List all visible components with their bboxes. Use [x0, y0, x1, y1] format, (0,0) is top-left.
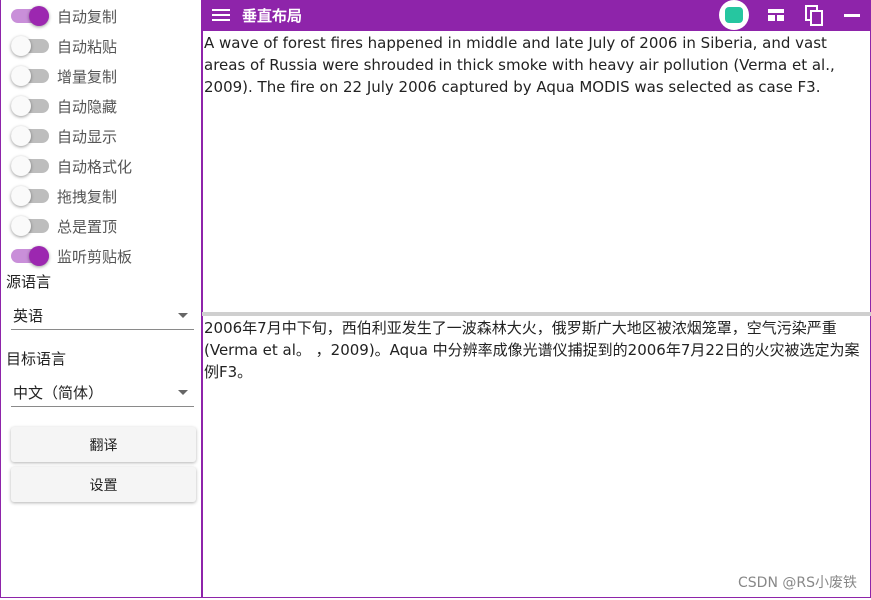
toggle-auto-paste[interactable]: 自动粘贴 [11, 34, 117, 58]
toggle-incremental-copy[interactable]: 增量复制 [11, 64, 117, 88]
switch-track[interactable] [11, 36, 49, 56]
menu-icon[interactable] [212, 9, 230, 21]
switch-track[interactable] [11, 66, 49, 86]
toggle-listen-clipboard[interactable]: 监听剪贴板 [11, 244, 132, 268]
minimize-icon[interactable] [841, 4, 863, 26]
toggle-drag-copy[interactable]: 拖拽复制 [11, 184, 117, 208]
switch-knob [11, 186, 31, 206]
switch-knob [29, 246, 49, 266]
switch-track[interactable] [11, 246, 49, 266]
switch-knob [29, 6, 49, 26]
toggle-label: 自动粘贴 [57, 37, 118, 56]
source-language-label: 源语言 [6, 273, 52, 291]
translated-text-area[interactable]: 2006年7月中下旬，西伯利亚发生了一波森林大火，俄罗斯广大地区被浓烟笼罩，空气… [202, 316, 871, 598]
watermark: CSDN @RS小废铁 [738, 575, 857, 591]
switch-track[interactable] [11, 156, 49, 176]
toggle-label: 自动显示 [57, 127, 118, 146]
switch-track[interactable] [11, 6, 49, 26]
settings-sidebar: 自动复制 自动粘贴 增量复制 自动隐藏 自动显示 自动格式化 拖拽复制 总是置顶… [0, 0, 202, 598]
switch-track[interactable] [11, 96, 49, 116]
translate-button[interactable]: 翻译 [11, 427, 196, 462]
copy-icon[interactable] [803, 4, 825, 26]
toggle-label: 自动隐藏 [57, 97, 118, 116]
caret-down-icon [178, 312, 188, 318]
switch-knob [11, 216, 31, 236]
toggle-label: 总是置顶 [57, 217, 118, 236]
toggle-label: 增量复制 [57, 67, 118, 86]
layout-grid-icon[interactable] [765, 4, 787, 26]
source-language-value: 英语 [13, 306, 44, 325]
app-toolbar: 垂直布局 [202, 0, 871, 30]
toggle-label: 监听剪贴板 [57, 247, 133, 266]
toolbar-actions [719, 0, 863, 30]
target-language-select[interactable]: 中文（简体） [11, 378, 194, 407]
switch-knob [11, 36, 31, 56]
switch-knob [11, 96, 31, 116]
toggle-label: 拖拽复制 [57, 187, 118, 206]
toggle-auto-hide[interactable]: 自动隐藏 [11, 94, 117, 118]
switch-track[interactable] [11, 216, 49, 236]
target-language-label: 目标语言 [6, 350, 67, 368]
layout-title: 垂直布局 [242, 6, 303, 25]
toggle-label: 自动复制 [57, 7, 118, 26]
source-text-area[interactable]: A wave of forest fires happened in middl… [202, 30, 871, 312]
toggle-always-on-top[interactable]: 总是置顶 [11, 214, 117, 238]
target-language-value: 中文（简体） [13, 383, 104, 402]
robot-avatar-icon[interactable] [719, 0, 749, 30]
switch-knob [11, 66, 31, 86]
switch-knob [11, 126, 31, 146]
toggle-auto-format[interactable]: 自动格式化 [11, 154, 132, 178]
toggle-auto-show[interactable]: 自动显示 [11, 124, 117, 148]
switch-track[interactable] [11, 126, 49, 146]
caret-down-icon [178, 389, 188, 395]
toggle-auto-copy[interactable]: 自动复制 [11, 4, 117, 28]
switch-track[interactable] [11, 186, 49, 206]
switch-knob [11, 156, 31, 176]
source-language-select[interactable]: 英语 [11, 301, 194, 330]
settings-button[interactable]: 设置 [11, 467, 196, 502]
toggle-label: 自动格式化 [57, 157, 133, 176]
